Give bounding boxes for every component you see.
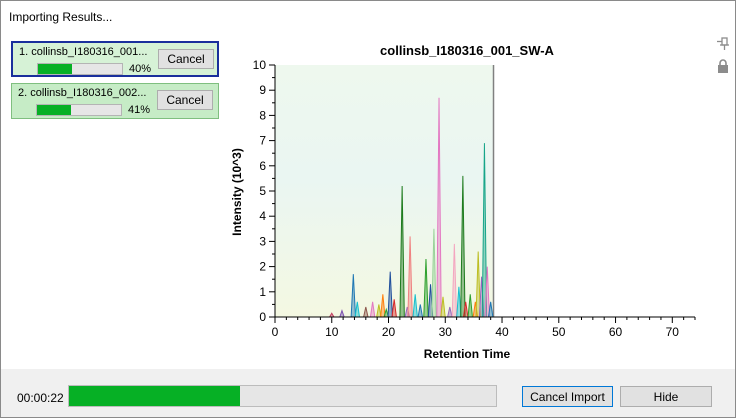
job-percent: 41% xyxy=(128,104,151,116)
y-tick-label: 10 xyxy=(253,58,267,72)
y-tick-label: 8 xyxy=(259,108,266,122)
job-name: 2. collinsb_I180316_002... xyxy=(18,87,147,99)
lock-icon[interactable] xyxy=(715,58,731,74)
overall-progress-fill xyxy=(69,386,240,406)
job-progress-fill xyxy=(37,105,72,115)
job-progress-bar xyxy=(36,104,122,116)
x-tick-label: 20 xyxy=(382,325,396,339)
y-tick-label: 7 xyxy=(259,134,266,148)
y-tick-label: 5 xyxy=(259,184,266,198)
y-tick-label: 3 xyxy=(259,234,266,248)
import-job-2[interactable]: 2. collinsb_I180316_002... 41% Cancel xyxy=(11,83,219,119)
import-results-dialog: Importing Results... 1. collinsb_I180316… xyxy=(0,0,736,418)
y-tick-label: 0 xyxy=(259,310,266,324)
x-tick-label: 50 xyxy=(552,325,566,339)
job-cancel-button[interactable]: Cancel xyxy=(157,90,213,110)
acquired-region xyxy=(275,65,494,317)
job-name: 1. collinsb_I180316_001... xyxy=(19,46,148,58)
y-tick-label: 4 xyxy=(259,209,266,223)
overall-progress-bar xyxy=(68,385,497,407)
job-progress-bar xyxy=(37,63,123,75)
elapsed-time: 00:00:22 xyxy=(17,391,64,405)
pin-icon[interactable] xyxy=(715,35,731,51)
x-tick-label: 0 xyxy=(272,325,279,339)
y-tick-label: 2 xyxy=(259,260,266,274)
job-progress-fill xyxy=(38,64,72,74)
y-axis-label: Intensity (10^3) xyxy=(230,148,244,236)
footer-bar: 00:00:22 Cancel Import Hide xyxy=(1,369,735,417)
hide-button[interactable]: Hide xyxy=(620,386,712,407)
x-tick-label: 60 xyxy=(609,325,623,339)
chromatogram-chart: collinsb_I180316_001_SW-A 0 10 20 30 40 50 60 7… xyxy=(230,43,696,361)
job-percent: 40% xyxy=(129,63,152,75)
x-tick-label: 40 xyxy=(495,325,509,339)
dialog-title: Importing Results... xyxy=(9,10,113,24)
y-tick-label: 9 xyxy=(259,83,266,97)
cancel-import-button[interactable]: Cancel Import xyxy=(522,386,613,407)
y-tick-label: 6 xyxy=(259,159,266,173)
chart-title: collinsb_I180316_001_SW-A xyxy=(380,43,554,58)
x-tick-label: 10 xyxy=(325,325,339,339)
x-axis-label: Retention Time xyxy=(424,347,511,361)
x-tick-label: 30 xyxy=(439,325,453,339)
import-job-1[interactable]: 1. collinsb_I180316_001... 40% Cancel xyxy=(11,41,219,77)
x-tick-label: 70 xyxy=(666,325,680,339)
job-cancel-button[interactable]: Cancel xyxy=(158,49,214,69)
y-tick-label: 1 xyxy=(259,285,266,299)
